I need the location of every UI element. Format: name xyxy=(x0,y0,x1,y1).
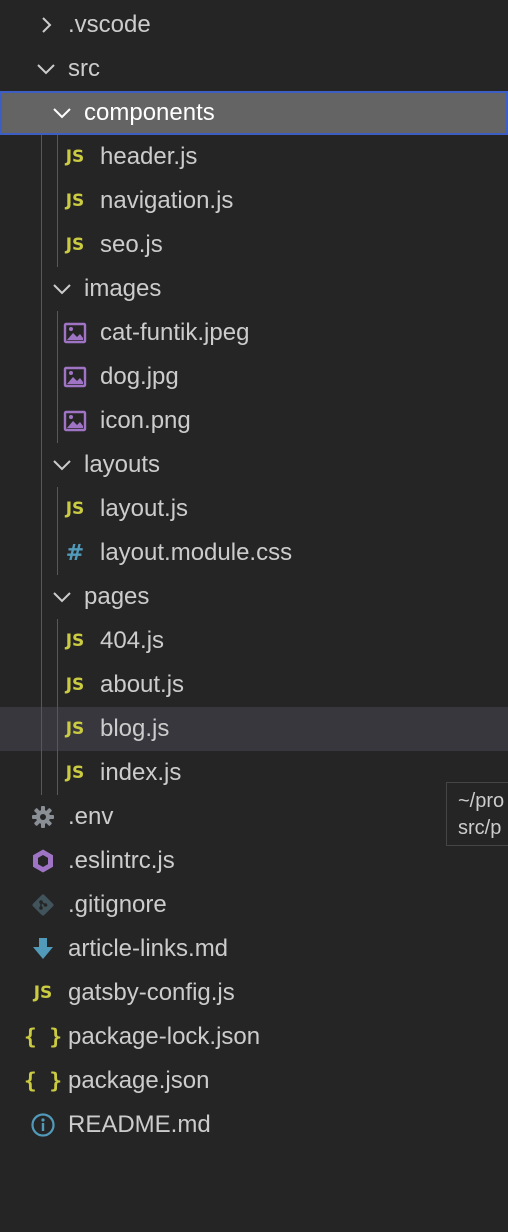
tree-file-article-links-md[interactable]: article-links.md xyxy=(0,927,508,971)
javascript-file-icon: JS xyxy=(33,983,53,1003)
tree-file-icon-png[interactable]: icon.png xyxy=(0,399,508,443)
javascript-file-icon: JS xyxy=(65,147,85,167)
tree-folder-components[interactable]: components xyxy=(0,91,508,135)
tree-file-package-json[interactable]: { } package.json xyxy=(0,1059,508,1103)
image-file-icon xyxy=(62,320,88,346)
tree-item-label: .env xyxy=(68,803,114,830)
tree-item-label: components xyxy=(84,99,215,126)
tree-file-layout-js[interactable]: JS layout.js xyxy=(0,487,508,531)
path-tooltip: ~/pro src/p xyxy=(446,782,508,846)
tree-item-label: cat-funtik.jpeg xyxy=(100,319,250,346)
tree-file-header-js[interactable]: JS header.js xyxy=(0,135,508,179)
tree-folder-layouts[interactable]: layouts xyxy=(0,443,508,487)
chevron-right-icon[interactable] xyxy=(34,13,58,37)
chevron-down-icon[interactable] xyxy=(50,101,74,125)
indent-guide xyxy=(41,135,42,795)
tree-item-label: icon.png xyxy=(100,407,191,434)
tree-item-label: images xyxy=(84,275,162,302)
markdown-download-icon xyxy=(30,936,56,962)
chevron-down-icon[interactable] xyxy=(50,277,74,301)
indent-guide xyxy=(57,487,58,575)
tree-file-eslintrc[interactable]: .eslintrc.js xyxy=(0,839,508,883)
tree-folder-vscode[interactable]: .vscode xyxy=(0,3,508,47)
tree-item-label: package.json xyxy=(68,1067,210,1094)
tree-item-label: .eslintrc.js xyxy=(68,847,175,874)
javascript-file-icon: JS xyxy=(65,763,85,783)
indent-guide xyxy=(57,311,58,443)
tree-file-navigation-js[interactable]: JS navigation.js xyxy=(0,179,508,223)
tree-file-index-js[interactable]: JS index.js xyxy=(0,751,508,795)
gear-icon xyxy=(30,804,56,830)
tree-file-package-lock-json[interactable]: { } package-lock.json xyxy=(0,1015,508,1059)
tooltip-line: src/p xyxy=(458,817,502,839)
tree-file-gitignore[interactable]: .gitignore xyxy=(0,883,508,927)
tree-item-label: 404.js xyxy=(100,627,165,654)
tree-item-label: dog.jpg xyxy=(100,363,179,390)
image-file-icon xyxy=(62,364,88,390)
tree-file-about-js[interactable]: JS about.js xyxy=(0,663,508,707)
tree-file-readme-md[interactable]: README.md xyxy=(0,1103,508,1147)
file-explorer: .vscode src components JS header.js JS n… xyxy=(0,3,508,1147)
tree-folder-src[interactable]: src xyxy=(0,47,508,91)
javascript-file-icon: JS xyxy=(65,675,85,695)
tree-item-label: layout.js xyxy=(100,495,189,522)
tree-item-label: layout.module.css xyxy=(100,539,293,566)
tree-item-label: header.js xyxy=(100,143,198,170)
chevron-down-icon[interactable] xyxy=(34,57,58,81)
tree-item-label: README.md xyxy=(68,1111,211,1138)
tree-item-label: seo.js xyxy=(100,231,163,258)
tree-item-label: index.js xyxy=(100,759,182,786)
tree-item-label: gatsby-config.js xyxy=(68,979,235,1006)
css-file-icon: # xyxy=(65,540,85,566)
tree-item-label: layouts xyxy=(84,451,161,478)
image-file-icon xyxy=(62,408,88,434)
json-file-icon: { } xyxy=(24,1069,62,1093)
javascript-file-icon: JS xyxy=(65,499,85,519)
indent-guide xyxy=(57,619,58,795)
javascript-file-icon: JS xyxy=(65,235,85,255)
tree-folder-pages[interactable]: pages xyxy=(0,575,508,619)
info-icon xyxy=(30,1112,56,1138)
tree-file-layout-module-css[interactable]: # layout.module.css xyxy=(0,531,508,575)
indent-guide xyxy=(57,135,58,267)
chevron-down-icon[interactable] xyxy=(50,585,74,609)
tree-item-label: src xyxy=(68,55,100,82)
javascript-file-icon: JS xyxy=(65,719,85,739)
tree-file-dog-jpg[interactable]: dog.jpg xyxy=(0,355,508,399)
tree-file-blog-js[interactable]: JS blog.js xyxy=(0,707,508,751)
tree-item-label: blog.js xyxy=(100,715,170,742)
chevron-down-icon[interactable] xyxy=(50,453,74,477)
tooltip-line: ~/pro xyxy=(458,790,505,812)
tree-item-label: article-links.md xyxy=(68,935,229,962)
git-icon xyxy=(30,892,56,918)
tree-file-seo-js[interactable]: JS seo.js xyxy=(0,223,508,267)
tree-folder-images[interactable]: images xyxy=(0,267,508,311)
tree-item-label: package-lock.json xyxy=(68,1023,261,1050)
javascript-file-icon: JS xyxy=(65,191,85,211)
eslint-icon xyxy=(30,848,56,874)
tree-item-label: pages xyxy=(84,583,150,610)
tree-file-404-js[interactable]: JS 404.js xyxy=(0,619,508,663)
json-file-icon: { } xyxy=(24,1025,62,1049)
tree-item-label: .gitignore xyxy=(68,891,167,918)
tree-item-label: about.js xyxy=(100,671,185,698)
tree-item-label: navigation.js xyxy=(100,187,234,214)
javascript-file-icon: JS xyxy=(65,631,85,651)
tree-item-label: .vscode xyxy=(68,11,151,38)
tree-file-gatsby-config-js[interactable]: JS gatsby-config.js xyxy=(0,971,508,1015)
tree-file-cat-funtik-jpeg[interactable]: cat-funtik.jpeg xyxy=(0,311,508,355)
tree-file-env[interactable]: .env xyxy=(0,795,508,839)
